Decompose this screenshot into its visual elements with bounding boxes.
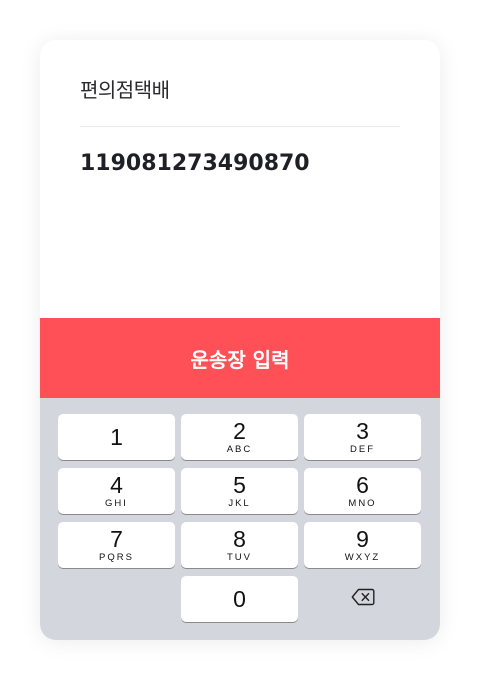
key-digit: 3 xyxy=(356,417,369,444)
key-digit: 4 xyxy=(110,471,123,498)
key-digit: 6 xyxy=(356,471,369,498)
key-letters: JKL xyxy=(228,497,251,509)
key-letters: DEF xyxy=(350,443,375,455)
key-letters: WXYZ xyxy=(344,551,381,563)
key-0[interactable]: 0 xyxy=(181,576,298,622)
divider xyxy=(80,126,400,127)
key-letters: TUV xyxy=(227,551,252,563)
key-7[interactable]: 7 PQRS xyxy=(58,522,175,568)
backspace-icon xyxy=(351,588,375,610)
key-3[interactable]: 3 DEF xyxy=(304,414,421,460)
key-5[interactable]: 5 JKL xyxy=(181,468,298,514)
key-digit: 0 xyxy=(233,586,246,612)
key-8[interactable]: 8 TUV xyxy=(181,522,298,568)
key-letters: ABC xyxy=(226,443,253,455)
tracking-input-card: 편의점택배 119081273490870 운송장 입력 1 2 ABC 3 D… xyxy=(40,40,440,640)
submit-tracking-button[interactable]: 운송장 입력 xyxy=(40,318,440,398)
key-digit: 2 xyxy=(233,417,246,444)
key-letters: GHI xyxy=(105,497,128,509)
key-2[interactable]: 2 ABC xyxy=(181,414,298,460)
key-digit: 9 xyxy=(356,525,369,552)
key-letters: MNO xyxy=(348,497,377,509)
backspace-button[interactable] xyxy=(304,576,421,622)
key-6[interactable]: 6 MNO xyxy=(304,468,421,514)
tracking-number-display[interactable]: 119081273490870 xyxy=(80,151,310,176)
key-letters: PQRS xyxy=(99,551,134,563)
carrier-name: 편의점택배 xyxy=(80,78,170,102)
key-digit: 5 xyxy=(233,471,246,498)
key-9[interactable]: 9 WXYZ xyxy=(304,522,421,568)
key-1[interactable]: 1 xyxy=(58,414,175,460)
key-4[interactable]: 4 GHI xyxy=(58,468,175,514)
key-digit: 7 xyxy=(110,525,123,552)
key-digit: 1 xyxy=(110,424,123,450)
numeric-keypad: 1 2 ABC 3 DEF 4 GHI 5 JKL 6 MNO 7 PQRS 8… xyxy=(40,398,440,640)
key-digit: 8 xyxy=(233,525,246,552)
